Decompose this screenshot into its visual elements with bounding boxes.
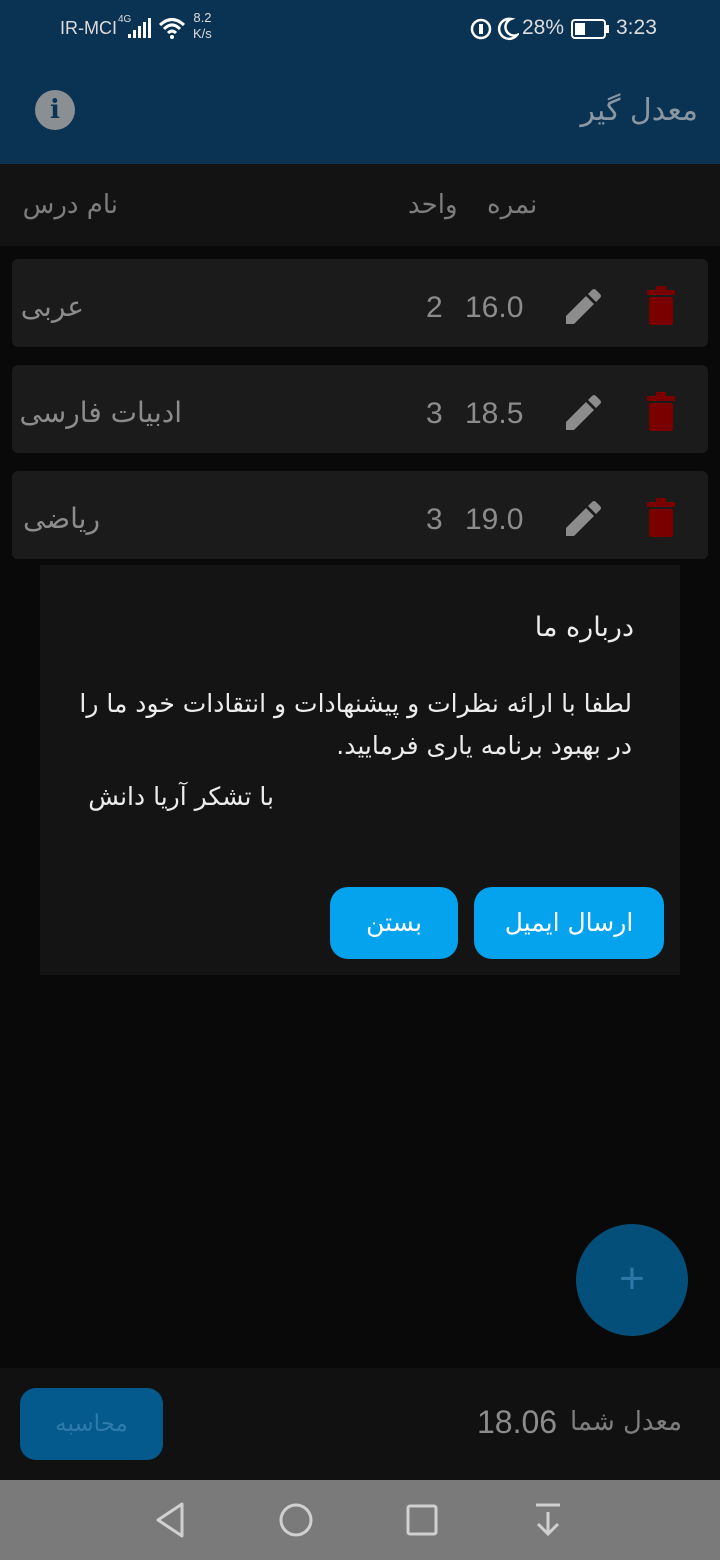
- course-name: ریاضی: [23, 502, 100, 535]
- recents-icon[interactable]: [406, 1504, 438, 1536]
- calculate-button[interactable]: محاسبه: [20, 1388, 163, 1460]
- send-email-button[interactable]: ارسال ایمیل: [474, 887, 664, 959]
- course-grade: 18.5: [465, 397, 524, 430]
- table-row: [12, 471, 708, 559]
- notification-drawer-icon[interactable]: [532, 1502, 564, 1538]
- average-value: 18.06: [477, 1404, 558, 1440]
- course-grade: 19.0: [465, 503, 524, 536]
- table-row: [12, 259, 708, 347]
- edit-icon[interactable]: [562, 392, 602, 432]
- course-unit: 2: [426, 291, 443, 324]
- header-course-name: نام درس: [22, 190, 118, 220]
- dialog-message: لطفا با ارائه نظرات و پیشنهادات و انتقاد…: [79, 689, 632, 760]
- network-speed: 8.2 K/s: [193, 10, 212, 42]
- course-name: عربی: [20, 290, 84, 323]
- course-unit: 3: [426, 397, 443, 430]
- app-title: معدل گیر: [580, 93, 698, 128]
- battery-icon: [571, 19, 609, 39]
- navigation-bar: [0, 1480, 720, 1560]
- edit-icon[interactable]: [562, 498, 602, 538]
- carrier-label: IR-MCI: [60, 18, 117, 38]
- data-saver-icon: [470, 18, 492, 40]
- header-grade: نمره: [487, 190, 538, 220]
- info-icon[interactable]: i: [35, 90, 75, 130]
- average-label: معدل شما: [569, 1407, 682, 1437]
- home-icon[interactable]: [278, 1502, 314, 1538]
- back-icon[interactable]: [154, 1502, 186, 1538]
- close-button[interactable]: بستن: [330, 887, 458, 959]
- clock: 3:23: [616, 16, 657, 39]
- delete-icon[interactable]: [645, 498, 677, 538]
- moon-icon: [497, 17, 519, 41]
- course-unit: 3: [426, 503, 443, 536]
- wifi-icon: [158, 18, 186, 39]
- course-grade: 16.0: [465, 291, 524, 324]
- edit-icon[interactable]: [562, 286, 602, 326]
- delete-icon[interactable]: [645, 392, 677, 432]
- speed-value: 8.2: [193, 10, 212, 25]
- header-unit: واحد: [408, 190, 458, 220]
- signal-icon: [128, 18, 151, 38]
- add-course-button[interactable]: +: [576, 1224, 688, 1336]
- dialog-signature: با تشکر آریا دانش: [88, 782, 274, 811]
- speed-unit: K/s: [193, 26, 212, 41]
- delete-icon[interactable]: [645, 286, 677, 326]
- battery-percent: 28%: [522, 16, 565, 39]
- course-name: ادبیات فارسی: [19, 396, 182, 429]
- dialog-title: درباره ما: [534, 612, 634, 643]
